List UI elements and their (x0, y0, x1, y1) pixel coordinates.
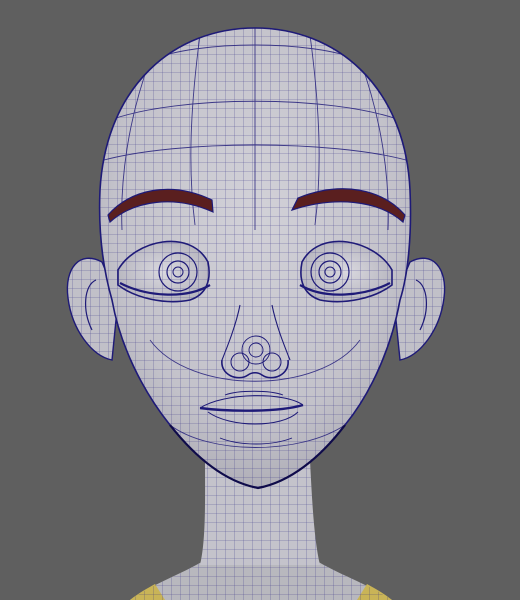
shirt-collar (130, 560, 392, 600)
3d-viewport[interactable] (0, 0, 520, 600)
head-mesh-render (66, 27, 446, 600)
